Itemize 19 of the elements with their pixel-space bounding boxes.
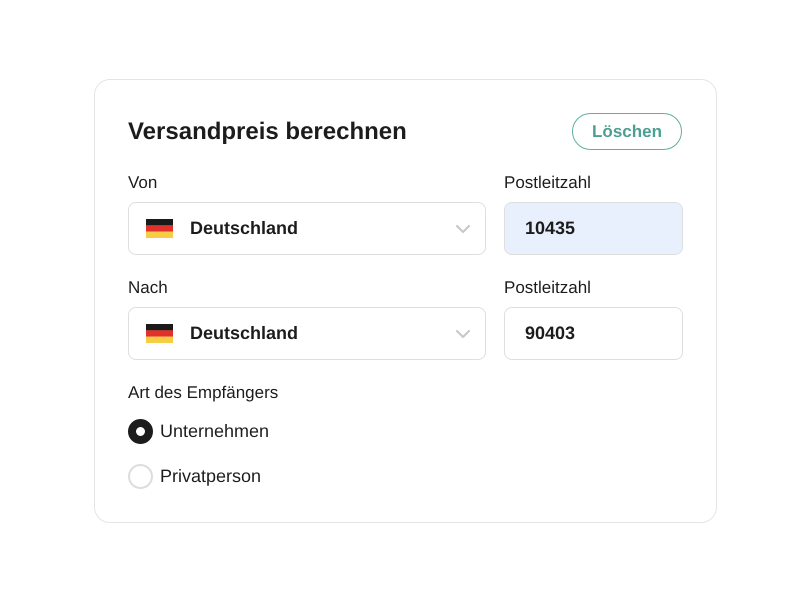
country-select[interactable]: Deutschland (128, 202, 486, 255)
flag-icon (146, 219, 173, 238)
field-label: Art des Empfängers (128, 383, 280, 403)
radio-button[interactable] (128, 419, 153, 444)
form-title: Versandpreis berechnen (128, 116, 407, 146)
field-label: Nach (128, 278, 169, 298)
field-label: Von (128, 173, 158, 193)
country-value: Deutschland (190, 323, 300, 344)
field-label: Postleitzahl (504, 278, 592, 298)
postcode-field[interactable]: 10435 (504, 202, 683, 255)
postcode-field[interactable]: 90403 (504, 307, 683, 360)
radio-label[interactable]: Privatperson (160, 466, 262, 487)
field-label: Postleitzahl (504, 173, 592, 193)
chevron-down-icon (455, 328, 471, 338)
country-value: Deutschland (190, 218, 300, 239)
radio-label[interactable]: Unternehmen (160, 421, 270, 442)
flag-icon (146, 324, 173, 343)
country-select[interactable]: Deutschland (128, 307, 486, 360)
chevron-down-icon (455, 224, 471, 234)
